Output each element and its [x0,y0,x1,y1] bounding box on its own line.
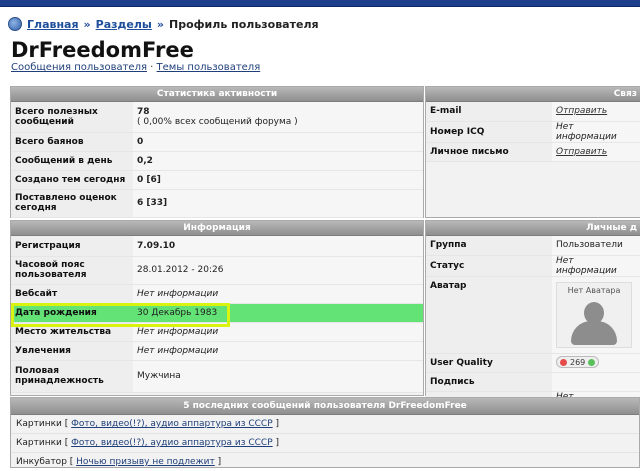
info-value: Нет информации [133,284,423,304]
contacts-table: E-mail Отправить Номер ICQ Нет информаци… [426,102,640,162]
quality-minus-icon[interactable] [560,358,567,366]
signature-label: Подпись [426,372,552,392]
avatar-label: Аватар [426,276,552,354]
quality-plus-icon[interactable] [588,358,596,366]
breadcrumb-sections-link[interactable]: Разделы [96,18,152,31]
breadcrumb-separator: » [83,17,91,31]
info-label: Увлечения [11,341,133,361]
send-email-link[interactable]: Отправить [556,106,607,116]
stat-value: 0 [6] [133,170,423,190]
info-label: Половая принадлежность [11,360,133,393]
post-topic-link[interactable]: Фото, видео(!?), аудио аппартура из СССР [71,438,273,448]
recent-posts-header: 5 последних сообщений пользователя DrFre… [11,398,639,415]
stat-label: Сообщений в день [11,151,133,171]
info-label: Регистрация [11,236,133,257]
personal-panel: Личные д Группа Пользователи Статус Нет … [425,220,640,413]
information-panel: Информация Регистрация 7.09.10 Часовой п… [10,220,424,396]
info-value: 28.01.2012 - 20:26 [133,256,423,285]
activity-table: Всего полезных сообщений 78 ( 0,00% всех… [11,102,423,218]
birthday-value: 30 Декабрь 1983 [133,303,423,323]
list-item: Инкубатор [ Ночью призыву не подлежит ] [11,453,639,471]
stat-value: 6 [33] [133,189,423,218]
info-value: 7.09.10 [133,236,423,257]
group-value: Пользователи [552,236,640,256]
information-table: Регистрация 7.09.10 Часовой пояс пользов… [11,236,423,393]
info-value: Нет информации [133,322,423,342]
user-quality-widget: 269 [556,356,600,369]
recent-posts-panel: 5 последних сообщений пользователя DrFre… [10,397,640,468]
stat-total-messages: 78 [137,106,150,117]
stat-value: 78 ( 0,00% всех сообщений форума ) [133,102,423,133]
stat-label: Всего полезных сообщений [11,102,133,133]
info-label: Часовой пояс пользователя [11,256,133,285]
contact-label: E-mail [426,102,552,122]
stat-label: Поставлено оценок сегодня [11,189,133,218]
stat-total-percent: ( 0,00% всех сообщений форума ) [137,116,298,127]
status-value: Нет информации [552,255,640,277]
personal-table: Группа Пользователи Статус Нет информаци… [426,236,640,413]
info-label: Вебсайт [11,284,133,304]
activity-panel-header: Статистика активности [11,87,423,102]
quality-label: User Quality [426,353,552,373]
send-pm-link[interactable]: Отправить [556,147,607,157]
avatar-placeholder-text: Нет Аватара [567,285,621,295]
avatar-cell: Нет Аватара [552,276,640,354]
list-item: Картинки [ Фото, видео(!?), аудио аппарт… [11,434,639,453]
post-suffix: ] [275,438,280,448]
top-nav-bar [0,0,640,7]
post-suffix: ] [275,419,280,429]
breadcrumb-current: Профиль пользователя [169,17,319,31]
user-messages-link[interactable]: Сообщения пользователя [11,62,147,73]
contact-label: Номер ICQ [426,121,552,143]
stat-label: Создано тем сегодня [11,170,133,190]
post-forum-prefix: Картинки [ [16,419,69,429]
contact-value: Нет информации [552,121,640,143]
avatar: Нет Аватара [556,281,632,348]
breadcrumb-home-link[interactable]: Главная [27,18,79,31]
stat-value: 0,2 [133,151,423,171]
contact-label: Личное письмо [426,142,552,162]
contact-email-link[interactable]: Отправить [552,102,640,122]
contact-pm-link[interactable]: Отправить [552,142,640,162]
home-icon [8,17,22,31]
page-title: DrFreedomFree [11,38,194,62]
group-label: Группа [426,236,552,256]
info-value: Нет информации [133,341,423,361]
info-label: Место жительства [11,322,133,342]
sublink-separator: · [150,62,154,73]
quality-cell: 269 [552,353,640,373]
list-item: Картинки [ Фото, видео(!?), аудио аппарт… [11,415,639,434]
information-panel-header: Информация [11,221,423,236]
profile-sublinks: Сообщения пользователя · Темы пользовате… [11,62,260,73]
personal-panel-header: Личные д [426,221,640,236]
signature-value [552,372,640,392]
birthday-label: Дата рождения [11,303,133,323]
contacts-panel-header: Связ [426,87,640,102]
post-forum-prefix: Картинки [ [16,438,69,448]
avatar-silhouette-body [571,320,617,345]
breadcrumb: Главная » Разделы » Профиль пользователя [8,16,319,32]
stat-value: 0 [133,132,423,152]
post-topic-link[interactable]: Фото, видео(!?), аудио аппартура из СССР [71,419,273,429]
activity-panel: Статистика активности Всего полезных соо… [10,86,424,218]
breadcrumb-separator: » [156,17,164,31]
info-value: Мужчина [133,360,423,393]
stat-label: Всего баянов [11,132,133,152]
contacts-panel: Связ E-mail Отправить Номер ICQ Нет инфо… [425,86,640,218]
quality-value: 269 [570,357,586,367]
status-label: Статус [426,255,552,277]
user-topics-link[interactable]: Темы пользователя [157,62,261,73]
